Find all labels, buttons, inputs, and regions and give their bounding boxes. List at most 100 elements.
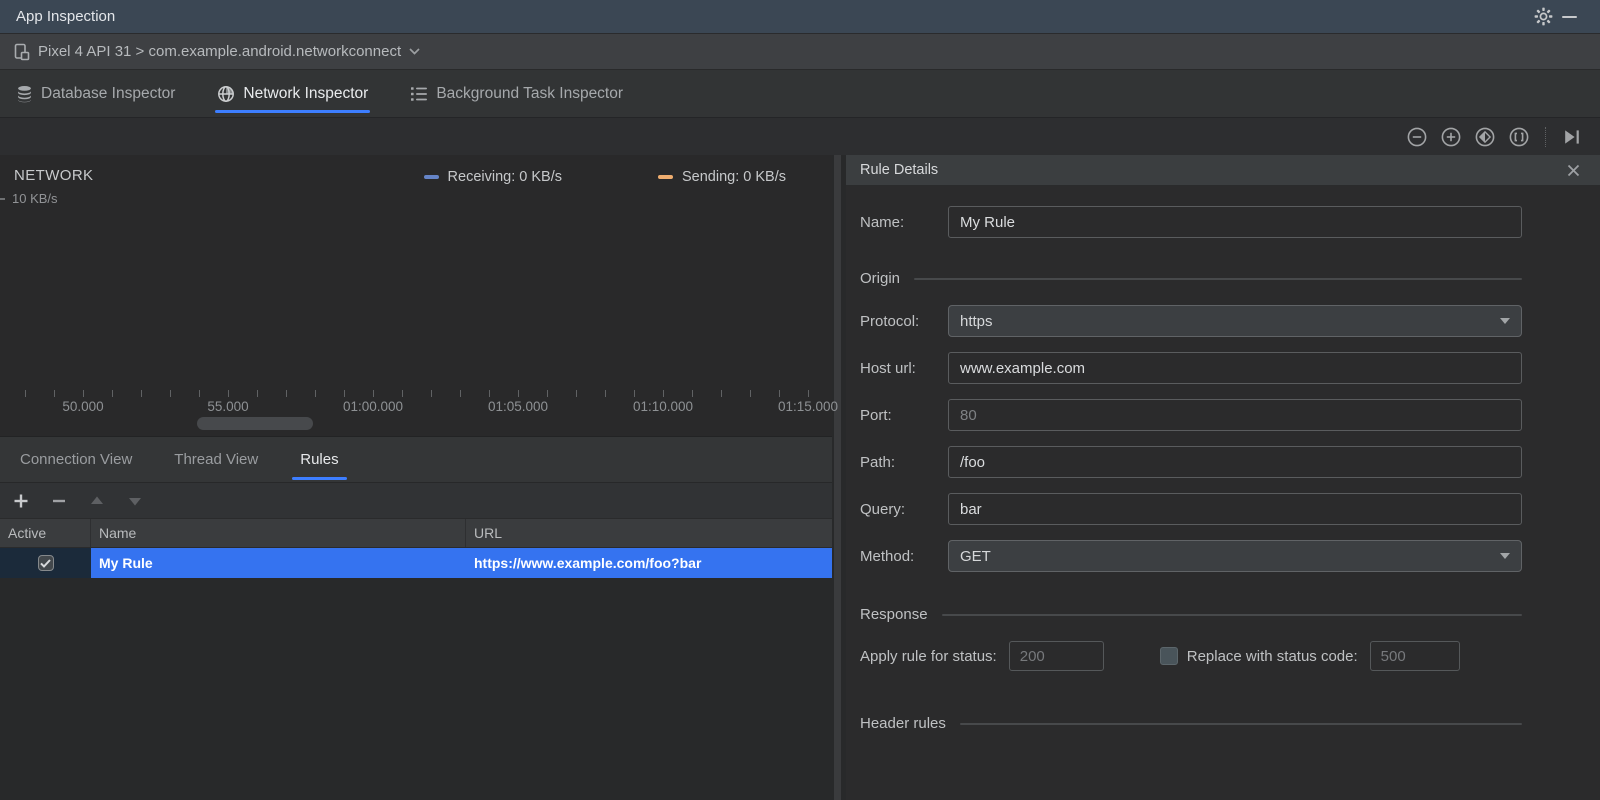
add-rule-button[interactable] xyxy=(10,490,32,512)
minimize-icon[interactable] xyxy=(1556,4,1582,30)
rule-active-checkbox[interactable] xyxy=(37,555,54,571)
axis-tick xyxy=(315,390,316,397)
protocol-dropdown[interactable]: https xyxy=(948,305,1522,337)
apply-status-input[interactable] xyxy=(1008,641,1104,671)
view-tabbar: Connection View Thread View Rules xyxy=(0,436,832,482)
device-process-selector[interactable]: Pixel 4 API 31 > com.example.android.net… xyxy=(0,33,1600,69)
chevron-down-icon xyxy=(409,48,420,55)
axis-tick-label: 01:15.000 xyxy=(777,399,839,414)
axis-tick xyxy=(605,390,606,397)
tab-database-inspector[interactable]: Database Inspector xyxy=(16,70,175,117)
axis-tick xyxy=(54,390,55,397)
method-label: Method: xyxy=(860,547,915,565)
axis-tick-label: 01:10.000 xyxy=(632,399,694,414)
rule-active-cell xyxy=(0,548,91,578)
axis-tick-label: 01:05.000 xyxy=(487,399,549,414)
tab-background-task-inspector[interactable]: Background Task Inspector xyxy=(410,70,623,117)
query-input[interactable] xyxy=(948,493,1522,525)
window-titlebar: App Inspection xyxy=(0,0,1600,33)
tab-thread-view[interactable]: Thread View xyxy=(170,437,262,482)
axis-tick xyxy=(83,390,84,397)
legend-item: Receiving: 0 KB/s xyxy=(423,169,562,185)
host-url-input[interactable] xyxy=(948,352,1522,384)
replace-status-label: Replace with status code: xyxy=(1186,647,1358,665)
replace-status-checkbox[interactable] xyxy=(1159,647,1178,665)
axis-tick xyxy=(692,390,693,397)
globe-icon xyxy=(218,85,235,102)
y-axis-tick xyxy=(0,198,5,200)
zoom-out-button[interactable] xyxy=(1405,125,1429,149)
tab-label: Thread View xyxy=(174,451,259,468)
network-chart: NETWORK 10 KB/s Receiving: 0 KB/s Sending… xyxy=(0,155,832,390)
panel-splitter[interactable] xyxy=(832,155,846,800)
legend-color-dash xyxy=(423,175,439,179)
zoom-in-button[interactable] xyxy=(1439,125,1463,149)
axis-tick xyxy=(518,390,519,397)
axis-tick-label: 50.000 xyxy=(62,399,104,414)
dropdown-arrow-icon xyxy=(1500,318,1510,324)
path-input[interactable] xyxy=(948,446,1522,478)
method-value: GET xyxy=(960,547,991,565)
column-header-url[interactable]: URL xyxy=(466,519,832,547)
header-rules-section-header: Header rules xyxy=(860,715,1522,732)
window-title: App Inspection xyxy=(16,8,116,25)
legend-item: Sending: 0 KB/s xyxy=(658,169,786,185)
axis-tick xyxy=(199,390,200,397)
table-empty-area xyxy=(0,578,832,800)
axis-tick xyxy=(779,390,780,397)
reset-zoom-button[interactable] xyxy=(1473,125,1497,149)
jump-to-live-button[interactable] xyxy=(1560,125,1584,149)
close-icon[interactable] xyxy=(1560,157,1586,183)
axis-tick xyxy=(228,390,229,397)
network-inspector-panel: NETWORK 10 KB/s Receiving: 0 KB/s Sending… xyxy=(0,155,838,800)
method-dropdown[interactable]: GET xyxy=(948,540,1522,572)
dropdown-arrow-icon xyxy=(1500,553,1510,559)
chart-title: NETWORK xyxy=(14,167,94,184)
tab-connection-view[interactable]: Connection View xyxy=(16,437,136,482)
axis-tick xyxy=(25,390,26,397)
axis-tick xyxy=(663,390,664,397)
replace-status-input[interactable] xyxy=(1369,641,1460,671)
timeline-scrollbar-thumb[interactable] xyxy=(197,417,313,430)
rules-table: Active Name URL My Rule https://www.exam… xyxy=(0,518,832,800)
move-down-button[interactable] xyxy=(124,490,146,512)
zoom-to-selection-button[interactable] xyxy=(1507,125,1531,149)
settings-gear-icon[interactable] xyxy=(1530,4,1556,30)
tab-label: Network Inspector xyxy=(243,84,369,102)
column-header-name[interactable]: Name xyxy=(91,519,466,547)
tab-label: Connection View xyxy=(20,451,133,468)
column-header-active[interactable]: Active xyxy=(0,519,91,547)
host-label: Host url: xyxy=(860,359,916,377)
protocol-value: https xyxy=(960,312,993,330)
name-label: Name: xyxy=(860,213,905,231)
rules-toolbar xyxy=(0,482,832,518)
query-label: Query: xyxy=(860,500,906,518)
tab-rules[interactable]: Rules xyxy=(292,437,347,482)
port-input[interactable] xyxy=(948,399,1522,431)
axis-tick xyxy=(170,390,171,397)
axis-tick xyxy=(431,390,432,397)
rule-name-input[interactable] xyxy=(948,206,1522,238)
port-label: Port: xyxy=(860,406,892,424)
apply-status-label: Apply rule for status: xyxy=(860,647,997,665)
rule-details-panel: Rule Details Name: Origin Protocol: http… xyxy=(846,155,1600,800)
task-list-icon xyxy=(411,86,428,101)
axis-tick-label: 01:00.000 xyxy=(342,399,404,414)
axis-tick xyxy=(750,390,751,397)
tab-label: Background Task Inspector xyxy=(436,84,624,102)
axis-tick-label: 55.000 xyxy=(207,399,249,414)
table-row[interactable]: My Rule https://www.example.com/foo?bar xyxy=(0,548,832,578)
tab-network-inspector[interactable]: Network Inspector xyxy=(215,70,371,117)
protocol-label: Protocol: xyxy=(860,312,920,330)
path-label: Path: xyxy=(860,453,896,471)
timeline-axis: 50.000 55.000 01:00.000 01:05.000 01:10.000 0… xyxy=(0,390,838,436)
remove-rule-button[interactable] xyxy=(48,490,70,512)
timeline-toolbar xyxy=(0,117,1600,155)
panel-title: Rule Details xyxy=(860,162,939,178)
axis-tick xyxy=(286,390,287,397)
axis-tick xyxy=(141,390,142,397)
move-up-button[interactable] xyxy=(86,490,108,512)
axis-tick xyxy=(634,390,635,397)
axis-tick xyxy=(344,390,345,397)
response-section-header: Response xyxy=(860,606,1522,623)
